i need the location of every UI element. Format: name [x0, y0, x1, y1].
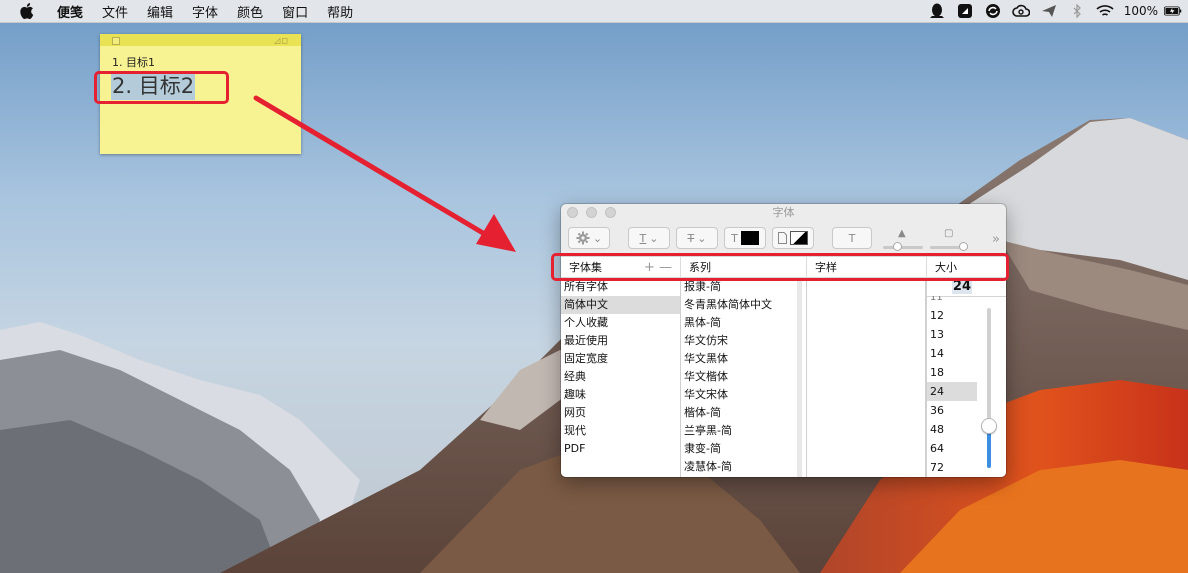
font-panel: 字体 ⌄ T ⌄ T ⌄ T T ▲ ▢ » 字体集 + — 系列 字样 大小 … — [561, 204, 1006, 477]
minimize-button[interactable] — [586, 207, 597, 218]
menu-edit[interactable]: 编辑 — [147, 2, 173, 21]
family-item[interactable]: 凌慧体-简 — [681, 458, 806, 476]
collection-item[interactable]: 固定宽度 — [561, 350, 680, 368]
highlight-box-selected-text — [94, 71, 229, 104]
size-item[interactable]: 72 — [927, 458, 977, 477]
apple-menu-icon[interactable] — [19, 3, 35, 19]
text-shadow-icon: T — [848, 231, 856, 245]
size-item[interactable]: 13 — [927, 325, 977, 344]
action-menu-button[interactable]: ⌄ — [568, 227, 610, 249]
zoom-button[interactable] — [605, 207, 616, 218]
wifi-icon[interactable] — [1096, 3, 1114, 19]
shadow-blur-icon: ▢ — [944, 228, 954, 239]
menu-app-name[interactable]: 便笺 — [57, 2, 83, 21]
size-panel: 24 11 12 13 14 18 24 36 48 64 72 — [926, 278, 1006, 477]
sticky-line-1[interactable]: 1. 目标1 — [112, 54, 155, 70]
menu-help[interactable]: 帮助 — [327, 2, 353, 21]
document-icon — [778, 232, 787, 244]
collections-list[interactable]: 所有字体 简体中文 个人收藏 最近使用 固定宽度 经典 趣味 网页 现代 PDF — [561, 278, 681, 477]
underline-menu-button[interactable]: T ⌄ — [628, 227, 670, 249]
font-panel-toolbar: ⌄ T ⌄ T ⌄ T T ▲ ▢ » — [561, 222, 1006, 252]
family-item[interactable]: 冬青黑体简体中文 — [681, 296, 806, 314]
collection-item[interactable]: PDF — [561, 440, 680, 458]
size-item[interactable]: 12 — [927, 306, 977, 325]
sticky-title-bar[interactable]: ◿◻ — [100, 34, 301, 46]
sticky-window-controls[interactable]: ◿◻ — [274, 36, 289, 45]
font-panel-title-bar[interactable]: 字体 — [561, 204, 1006, 222]
family-item[interactable]: 黑体-简 — [681, 314, 806, 332]
more-options-icon[interactable]: » — [992, 232, 1000, 247]
close-button[interactable] — [567, 207, 578, 218]
sync-icon[interactable] — [984, 3, 1002, 19]
collection-item-selected[interactable]: 简体中文 — [561, 296, 680, 314]
underline-icon: T — [639, 231, 647, 245]
size-item[interactable]: 18 — [927, 363, 977, 382]
menu-font[interactable]: 字体 — [192, 2, 218, 21]
shadow-blur-slider[interactable] — [930, 242, 968, 251]
text-shadow-button[interactable]: T — [832, 227, 872, 249]
menu-color[interactable]: 颜色 — [237, 2, 263, 21]
text-color-icon: T — [731, 231, 738, 245]
chevron-down-icon: ⌄ — [697, 231, 707, 245]
shadow-opacity-icon: ▲ — [898, 228, 906, 239]
creative-cloud-icon[interactable] — [1011, 3, 1030, 19]
size-slider-knob[interactable] — [981, 418, 997, 434]
size-item[interactable]: 36 — [927, 401, 977, 420]
font-panel-title: 字体 — [772, 206, 795, 219]
typeface-list[interactable] — [807, 278, 926, 477]
collection-item[interactable]: 网页 — [561, 404, 680, 422]
text-color-button[interactable]: T — [724, 227, 766, 249]
battery-icon[interactable] — [1164, 3, 1182, 19]
size-item-selected[interactable]: 24 — [927, 382, 977, 401]
collection-item[interactable]: 现代 — [561, 422, 680, 440]
size-list[interactable]: 11 12 13 14 18 24 36 48 64 72 — [927, 296, 977, 477]
qq-icon[interactable] — [928, 3, 946, 19]
document-color-button[interactable] — [772, 227, 814, 249]
collection-item[interactable]: 经典 — [561, 368, 680, 386]
collection-item[interactable]: 个人收藏 — [561, 314, 680, 332]
status-area: 100% — [928, 0, 1182, 22]
send-icon[interactable] — [1040, 3, 1058, 19]
menu-bar: 便笺 文件 编辑 字体 颜色 窗口 帮助 100% — [0, 0, 1188, 23]
family-item[interactable]: 隶变-简 — [681, 440, 806, 458]
shadow-opacity-knob[interactable] — [893, 242, 902, 251]
text-color-swatch — [740, 231, 759, 245]
strikethrough-icon: T — [687, 231, 695, 245]
note-app-icon[interactable] — [956, 3, 974, 19]
menu-window[interactable]: 窗口 — [282, 2, 308, 21]
font-panel-columns: 所有字体 简体中文 个人收藏 最近使用 固定宽度 经典 趣味 网页 现代 PDF… — [561, 278, 1006, 477]
gear-icon — [576, 231, 590, 245]
sticky-close-button[interactable] — [112, 37, 120, 45]
family-item[interactable]: 华文宋体 — [681, 386, 806, 404]
size-field-value[interactable]: 24 — [951, 279, 972, 294]
chevron-down-icon: ⌄ — [649, 231, 659, 245]
strikethrough-menu-button[interactable]: T ⌄ — [676, 227, 718, 249]
family-item[interactable]: 楷体-简 — [681, 404, 806, 422]
family-item[interactable]: 兰亭黑-简 — [681, 422, 806, 440]
size-item[interactable]: 48 — [927, 420, 977, 439]
size-item-partial[interactable]: 11 — [927, 296, 977, 306]
family-item[interactable]: 华文黑体 — [681, 350, 806, 368]
family-list[interactable]: 报隶-简 冬青黑体简体中文 黑体-简 华文仿宋 华文黑体 华文楷体 华文宋体 楷… — [681, 278, 807, 477]
menu-file[interactable]: 文件 — [102, 2, 128, 21]
highlight-box-font-headers — [551, 253, 1009, 281]
battery-percent: 100% — [1123, 4, 1158, 18]
size-item[interactable]: 14 — [927, 344, 977, 363]
document-color-swatch — [790, 231, 808, 245]
chevron-down-icon: ⌄ — [592, 231, 603, 245]
collection-item[interactable]: 趣味 — [561, 386, 680, 404]
family-list-scrollbar[interactable] — [797, 278, 802, 477]
bluetooth-icon[interactable] — [1068, 3, 1086, 19]
size-slider[interactable] — [981, 308, 997, 468]
collection-item[interactable]: 最近使用 — [561, 332, 680, 350]
family-item[interactable]: 华文仿宋 — [681, 332, 806, 350]
shadow-blur-knob[interactable] — [959, 242, 968, 251]
family-item[interactable]: 华文楷体 — [681, 368, 806, 386]
size-item[interactable]: 64 — [927, 439, 977, 458]
shadow-opacity-slider[interactable] — [883, 242, 923, 251]
